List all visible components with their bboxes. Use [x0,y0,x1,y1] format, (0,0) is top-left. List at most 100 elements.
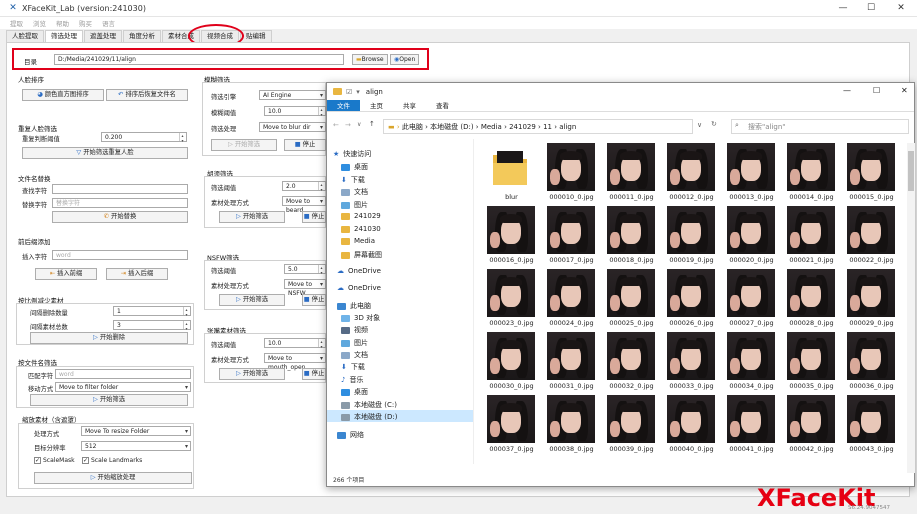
menu-extract[interactable]: 提取 [10,18,23,28]
scrollbar[interactable] [907,143,915,473]
file-item[interactable]: 000035_0.jpg [783,332,840,395]
nsfw-proc-select[interactable]: Move to NSFW [284,279,326,297]
nav-pictures-pc[interactable]: 图片 [341,338,368,348]
explorer-close-button[interactable]: ✕ [901,86,908,95]
file-item[interactable]: 000042_0.jpg [783,395,840,458]
file-item[interactable]: 000030_0.jpg [483,332,540,395]
file-item[interactable]: 000041_0.jpg [723,395,780,458]
filter-start-button[interactable]: ▷ 开始筛选 [30,394,188,406]
crumb-disk-d[interactable]: 本地磁盘 (D:) [430,123,473,131]
file-item[interactable]: 000021_0.jpg [783,206,840,269]
beard-thr-input[interactable]: 2.0 [282,181,326,191]
blur-thr-input[interactable]: 10.0 [264,106,326,116]
file-item[interactable]: 000016_0.jpg [483,206,540,269]
reduce-start-button[interactable]: ▷ 开始删除 [30,332,188,344]
menu-language[interactable]: 语言 [102,18,115,28]
chevron-down-icon[interactable]: ∨ [697,121,702,129]
del-count-input[interactable]: 1 [113,306,191,316]
file-item[interactable]: 000040_0.jpg [663,395,720,458]
move-select[interactable]: Move to filter folder [55,382,191,392]
explorer-minimize-button[interactable]: — [843,86,851,95]
nav-folder-media[interactable]: Media [341,237,375,245]
nav-quick-access[interactable]: ★ 快速访问 [333,149,371,159]
search-input[interactable]: 搜索"align" [731,119,909,134]
nav-disk-c[interactable]: 本地磁盘 (C:) [341,400,397,410]
beard-stop-button[interactable]: ■ 停止 [302,211,326,223]
blur-proc-select[interactable]: Move to blur dir [259,122,326,132]
file-item[interactable]: 000017_0.jpg [543,206,600,269]
dir-input[interactable]: D:/Media/241029/11/align [54,54,344,65]
nav-pictures[interactable]: 图片 [341,200,368,210]
insert-prefix-button[interactable]: ⇤ 插入前缀 [35,268,97,280]
file-item[interactable]: 000020_0.jpg [723,206,780,269]
tab-edit[interactable]: 贴编辑 [240,30,272,42]
mode-select[interactable]: Move To resize Folder [81,426,191,436]
nav-desktop[interactable]: 桌面 [341,162,368,172]
menu-buy[interactable]: 购买 [79,18,92,28]
keep-count-input[interactable]: 3 [113,320,191,330]
restore-name-button[interactable]: ↶ 排序后恢复文件名 [106,89,188,101]
file-item[interactable]: 000032_0.jpg [603,332,660,395]
menu-help[interactable]: 帮助 [56,18,69,28]
file-item[interactable]: 000033_0.jpg [663,332,720,395]
hist-sort-button[interactable]: ◕ 颜色直方图排序 [22,89,104,101]
ribbon-home-tab[interactable]: 主页 [360,100,393,111]
insert-input[interactable]: word [52,250,188,260]
nav-screenshots[interactable]: 屏幕截图 [341,250,382,260]
refresh-icon[interactable]: ↻ [711,120,717,128]
nav-folder-241029[interactable]: 241029 [341,212,381,220]
dup-start-button[interactable]: ▽ 开始筛选重复人脸 [22,147,188,159]
insert-suffix-button[interactable]: ⇥ 插入后缀 [106,268,168,280]
nav-desktop-pc[interactable]: 桌面 [341,387,368,397]
file-item[interactable]: 000011_0.jpg [603,143,660,206]
nav-music[interactable]: ♪ 音乐 [341,375,363,385]
scroll-thumb[interactable] [908,151,914,191]
nav-downloads[interactable]: ⬇ 下载 [341,175,365,185]
beard-proc-select[interactable]: Move to beard [282,196,326,214]
file-item[interactable]: 000039_0.jpg [603,395,660,458]
blur-stop-button[interactable]: ■ 停止 [284,139,326,151]
file-item[interactable]: 000014_0.jpg [783,143,840,206]
beard-start-button[interactable]: ▷ 开始筛选 [219,211,285,223]
back-icon[interactable]: ← [333,121,339,129]
browse-button[interactable]: ▬Browse [352,54,388,65]
file-item[interactable]: 000022_0.jpg [843,206,900,269]
crumb-241029[interactable]: 241029 [509,123,536,131]
file-item[interactable]: 000028_0.jpg [783,269,840,332]
chevron-down-icon[interactable]: ∨ [357,121,361,128]
mouth-start-button[interactable]: ▷ 开始筛选 [219,368,285,380]
scale-start-button[interactable]: ▷ 开始缩放处理 [34,472,192,484]
nav-onedrive-1[interactable]: ☁ OneDrive [337,267,381,275]
match-input[interactable]: word [55,369,191,379]
file-item[interactable]: 000012_0.jpg [663,143,720,206]
file-item[interactable]: 000027_0.jpg [723,269,780,332]
open-button[interactable]: ◉Open [390,54,420,65]
engine-select[interactable]: AI Engine [259,90,326,100]
file-item[interactable]: 000034_0.jpg [723,332,780,395]
ribbon-share-tab[interactable]: 共享 [393,100,426,111]
blur-start-button[interactable]: ▷ 开始筛选 [211,139,277,151]
file-item[interactable]: 000024_0.jpg [543,269,600,332]
res-select[interactable]: 512 [81,441,191,451]
menu-browse[interactable]: 浏览 [33,18,46,28]
file-item[interactable]: 000013_0.jpg [723,143,780,206]
folder-item[interactable]: blur [483,143,540,206]
minimize-button[interactable]: — [829,0,857,17]
file-item[interactable]: 000026_0.jpg [663,269,720,332]
crumb-11[interactable]: 11 [543,123,552,131]
tab-face-extract[interactable]: 人脸提取 [6,30,44,42]
dup-threshold-input[interactable]: 0.200 [101,132,187,142]
nav-disk-d[interactable]: 本地磁盘 (D:) [341,412,397,422]
up-icon[interactable]: ↑ [369,120,375,128]
crumb-media[interactable]: Media [481,123,502,131]
file-item[interactable]: 000019_0.jpg [663,206,720,269]
file-item[interactable]: 000015_0.jpg [843,143,900,206]
tab-angle[interactable]: 角度分析 [123,30,161,42]
file-item[interactable]: 000038_0.jpg [543,395,600,458]
replace-input[interactable]: 替换字符 [52,198,188,208]
replace-start-button[interactable]: ✆ 开始替换 [52,211,188,223]
mouth-thr-input[interactable]: 10.0 [264,338,326,348]
nsfw-stop-button[interactable]: ■ 停止 [302,294,326,306]
forward-icon[interactable]: → [345,121,351,129]
maximize-button[interactable]: ☐ [857,0,885,17]
